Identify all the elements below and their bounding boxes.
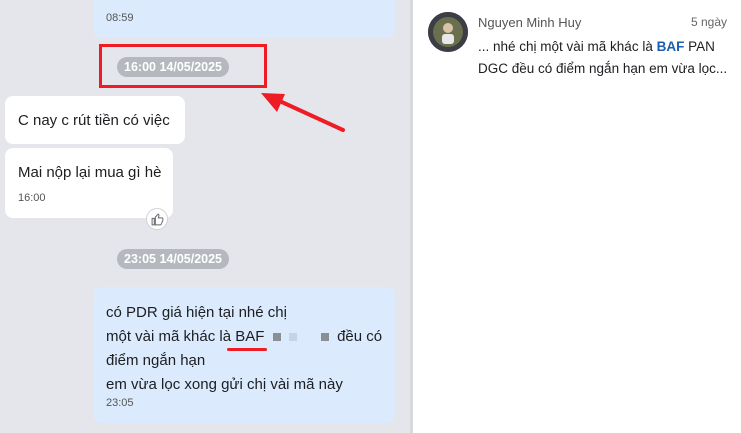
message-bubble-outgoing[interactable]: 08:59 — [93, 0, 395, 38]
message-bubble-outgoing[interactable]: có PDR giá hiện tại nhé chị một vài mã k… — [93, 287, 395, 423]
message-time: 16:00 — [18, 192, 46, 204]
conversation-time: 5 ngày — [690, 15, 727, 29]
message-text-segment: đều có — [337, 328, 383, 345]
message-time: 08:59 — [106, 12, 134, 24]
redaction-mark — [288, 333, 297, 342]
annotation-highlight-box — [99, 44, 267, 88]
avatar — [428, 12, 468, 52]
message-text-line: một vài mã khác là BAF đều có — [106, 325, 391, 349]
message-text-line: em vừa lọc xong gửi chị vài mã này — [106, 376, 343, 393]
message-text: Mai nộp lại mua gì hè — [18, 164, 162, 181]
message-text-line: điểm ngắn hạn — [106, 352, 206, 369]
preview-text: ... nhé chị một vài mã khác là — [478, 39, 657, 54]
reaction-like-button[interactable] — [146, 208, 168, 230]
chat-pane: 08:59 16:00 14/05/2025 C nay c rút tiền … — [0, 0, 410, 433]
highlighted-code: BAF — [656, 39, 685, 54]
redaction-mark — [272, 333, 281, 342]
message-bubble-incoming[interactable]: Mai nộp lại mua gì hè 16:00 — [5, 148, 173, 218]
conversation-list: Nguyen Minh Huy 5 ngày ... nhé chị một v… — [413, 0, 741, 433]
message-text-line: có PDR giá hiện tại nhé chị — [106, 304, 287, 321]
avatar-image — [428, 12, 468, 52]
thumbs-up-icon — [151, 212, 163, 225]
contact-name: Nguyen Minh Huy — [478, 15, 582, 30]
message-preview: ... nhé chị một vài mã khác là BAF PAN D… — [478, 36, 741, 80]
redaction-mark — [320, 333, 329, 342]
message-text: C nay c rút tiền có việc — [18, 112, 170, 129]
conversation-item[interactable]: Nguyen Minh Huy 5 ngày ... nhé chị một v… — [413, 0, 741, 86]
message-text-segment: một vài mã khác là — [106, 328, 236, 345]
time-divider: 23:05 14/05/2025 — [117, 249, 230, 269]
annotation-underline — [227, 348, 267, 351]
annotation-arrow — [261, 93, 345, 132]
message-time: 23:05 — [106, 397, 134, 409]
message-bubble-incoming[interactable]: C nay c rút tiền có việc — [5, 96, 185, 144]
stock-code: BAF — [235, 328, 265, 345]
